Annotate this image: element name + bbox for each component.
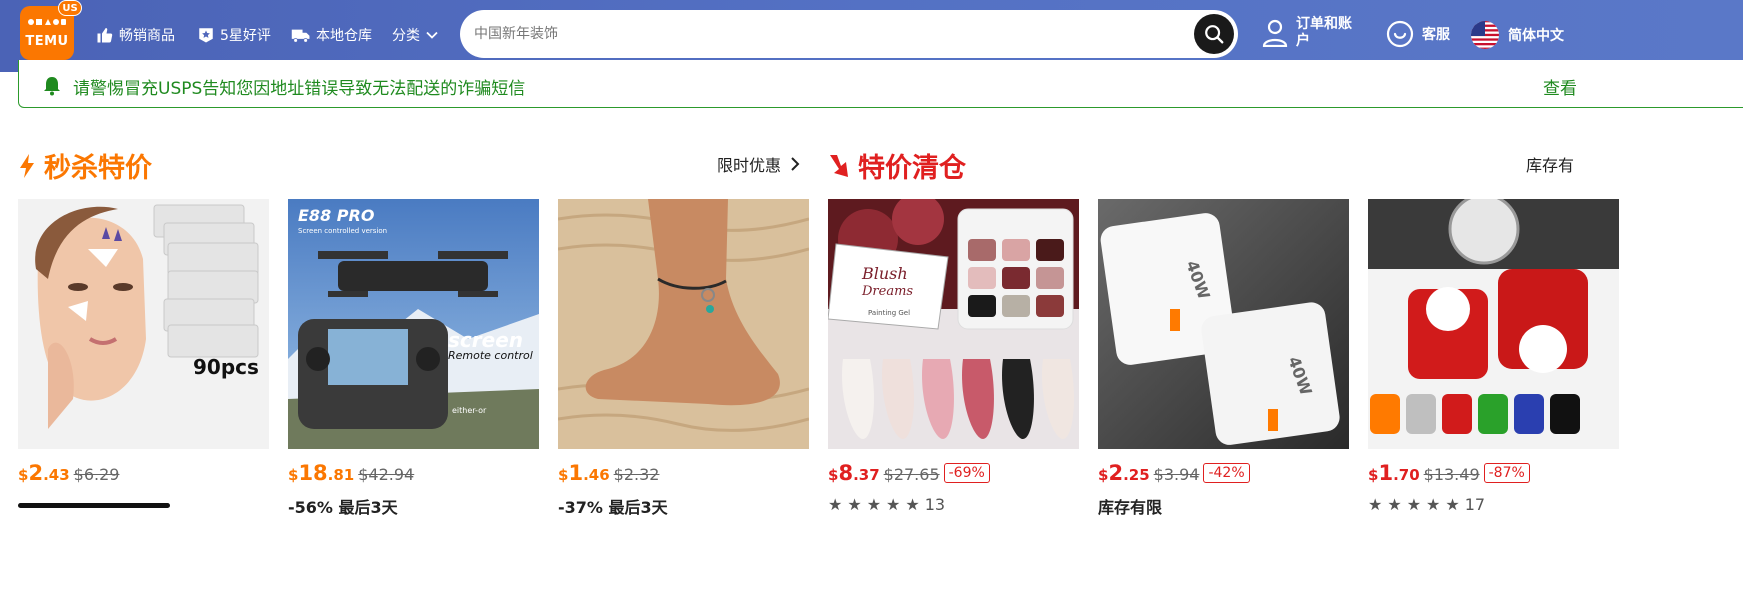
- price-row: $2.25 $3.94 -42%: [1098, 461, 1250, 485]
- current-price: $1.46: [558, 461, 610, 485]
- rating-stars: ★ ★ ★ ★ ★ 13: [828, 495, 945, 514]
- nav-5star[interactable]: 5星好评: [197, 22, 271, 48]
- nav-label: 5星好评: [220, 28, 271, 44]
- price-row: $2.43 $6.29: [18, 461, 119, 485]
- star-badge-icon: [199, 28, 213, 43]
- product-image[interactable]: E88 PRO Screen controlled version screen…: [288, 199, 539, 449]
- flash-sale-title[interactable]: 秒杀特价: [18, 146, 152, 185]
- nav-categories[interactable]: 分类: [392, 22, 439, 48]
- original-price: $2.32: [613, 465, 660, 484]
- support-label: 客服: [1422, 27, 1450, 43]
- clearance-title[interactable]: 特价清仓: [828, 146, 966, 185]
- nav-label: 畅销商品: [119, 28, 175, 44]
- account-orders[interactable]: 订单和账户: [1262, 16, 1362, 50]
- image-text: Blush: [861, 264, 908, 283]
- search-bar: [460, 10, 1238, 58]
- user-icon: [1262, 19, 1288, 47]
- region-badge: US: [58, 0, 82, 16]
- original-price: $13.49: [1423, 465, 1480, 484]
- rating-stars: ★ ★ ★ ★ ★ 17: [1368, 495, 1485, 514]
- deal-subtitle: -56% 最后3天: [288, 498, 398, 517]
- section-link-text: 库存有: [1526, 156, 1575, 175]
- product-image[interactable]: 40W 40W: [1098, 199, 1349, 449]
- star-icon: ★: [905, 495, 920, 514]
- discount-badge: -87%: [1483, 463, 1530, 483]
- star-icon: ★: [1387, 495, 1402, 514]
- product-image[interactable]: 90pcs: [18, 199, 269, 449]
- product-image[interactable]: [558, 199, 809, 449]
- price-row: $1.70 $13.49 -87%: [1368, 461, 1530, 485]
- stock-label: 库存有限: [1098, 498, 1163, 517]
- deal-subtitle: -37% 最后3天: [558, 498, 668, 517]
- original-price: $27.65: [883, 465, 940, 484]
- original-price: $6.29: [73, 465, 120, 484]
- search-input[interactable]: [474, 10, 1174, 58]
- image-text: Screen controlled version: [298, 227, 387, 235]
- clearance-more-link[interactable]: 库存有: [1526, 152, 1574, 176]
- image-text: E88 PRO: [298, 206, 375, 225]
- rating-count: 17: [1464, 495, 1486, 514]
- current-price: $1.70: [1368, 461, 1420, 485]
- down-arrow-icon: [830, 154, 848, 177]
- nav-label: 本地仓库: [316, 28, 372, 44]
- logo-text: TEMU: [25, 34, 69, 49]
- current-price: $2.43: [18, 461, 70, 485]
- bell-icon: [44, 77, 60, 96]
- current-price: $8.37: [828, 461, 880, 485]
- chevron-right-icon: [791, 157, 800, 171]
- chat-icon: [1386, 20, 1414, 48]
- image-text: either-or: [452, 406, 487, 415]
- chevron-down-icon: [426, 31, 438, 39]
- logo-toys-icon: [28, 19, 66, 25]
- star-icon: ★: [1406, 495, 1422, 514]
- account-label: 订单和账户: [1296, 16, 1352, 49]
- star-icon: ★: [847, 495, 862, 514]
- price-row: $18.81 $42.94: [288, 461, 414, 485]
- flash-sale-more-link[interactable]: 限时优惠: [717, 152, 801, 176]
- star-icon: ★: [886, 495, 901, 514]
- us-flag-icon: [1471, 21, 1499, 49]
- discount-badge: -69%: [943, 463, 990, 483]
- original-price: $42.94: [358, 465, 415, 484]
- price-row: $8.37 $27.65 -69%: [828, 461, 990, 485]
- lightning-icon: [20, 153, 34, 178]
- star-icon: ★: [1368, 495, 1383, 514]
- language-selector[interactable]: 简体中文: [1470, 20, 1564, 50]
- section-title-text: 秒杀特价: [44, 153, 152, 184]
- stock-progress-bar: [18, 503, 170, 508]
- search-icon: [1205, 25, 1224, 44]
- scam-notice-banner[interactable]: 请警惕冒充USPS告知您因地址错误导致无法配送的诈骗短信 查看: [18, 60, 1743, 108]
- star-icon: ★: [1426, 495, 1441, 514]
- language-label: 简体中文: [1508, 28, 1564, 44]
- image-text: Painting Gel: [868, 309, 910, 317]
- truck-icon: [291, 29, 310, 43]
- star-icon: ★: [1445, 495, 1460, 514]
- product-image[interactable]: [1368, 199, 1619, 449]
- star-icon: ★: [828, 495, 843, 514]
- star-icon: ★: [866, 495, 882, 514]
- notice-more-link[interactable]: 查看: [1543, 74, 1577, 99]
- search-button[interactable]: [1194, 14, 1234, 54]
- customer-service[interactable]: 客服: [1386, 20, 1450, 48]
- product-image[interactable]: Blush Dreams Painting Gel: [828, 199, 1079, 449]
- original-price: $3.94: [1153, 465, 1200, 484]
- notice-text: 请警惕冒充USPS告知您因地址错误导致无法配送的诈骗短信: [73, 79, 526, 99]
- rating-count: 13: [924, 495, 946, 514]
- current-price: $2.25: [1098, 461, 1150, 485]
- image-text: Dreams: [861, 284, 913, 299]
- section-link-text: 限时优惠: [717, 156, 782, 175]
- section-title-text: 特价清仓: [858, 153, 966, 184]
- nav-bestsellers[interactable]: 畅销商品: [96, 22, 175, 48]
- nav-local-warehouse[interactable]: 本地仓库: [291, 22, 372, 48]
- nav-label: 分类: [392, 28, 420, 44]
- thumbs-up-icon: [97, 27, 113, 43]
- discount-badge: -42%: [1203, 463, 1250, 483]
- image-text: Remote control: [448, 349, 533, 362]
- image-text: 90pcs: [193, 355, 259, 379]
- current-price: $18.81: [288, 461, 355, 485]
- price-row: $1.46 $2.32: [558, 461, 659, 485]
